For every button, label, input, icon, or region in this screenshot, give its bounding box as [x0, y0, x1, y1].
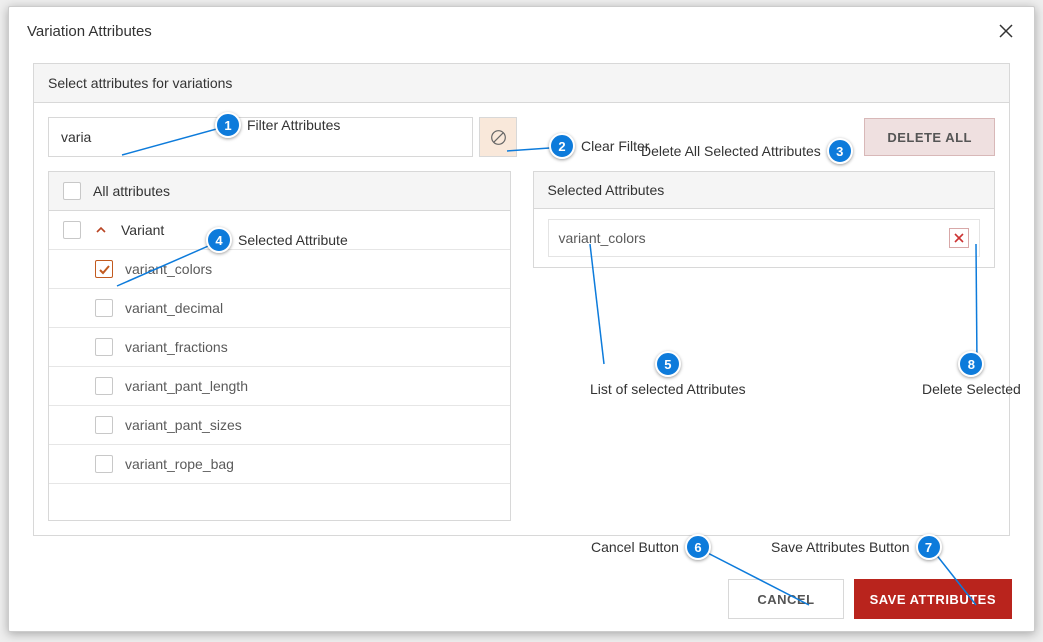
attribute-checkbox[interactable] — [95, 455, 113, 473]
selected-attributes-body: variant_colors — [534, 209, 995, 267]
selected-attributes-header: Selected Attributes — [534, 172, 995, 209]
attribute-checkbox[interactable] — [95, 416, 113, 434]
dialog-body: Select attributes for variations DELETE … — [9, 55, 1034, 536]
clear-icon — [490, 129, 507, 146]
attribute-checkbox[interactable] — [95, 260, 113, 278]
attribute-label: variant_colors — [125, 261, 212, 277]
attribute-checkbox[interactable] — [95, 338, 113, 356]
all-attributes-list: All attributes Variant v — [48, 171, 511, 521]
attribute-checkbox[interactable] — [95, 377, 113, 395]
dialog-footer: CANCEL SAVE ATTRIBUTES — [728, 579, 1012, 619]
attribute-group-row[interactable]: Variant — [49, 211, 510, 250]
attribute-item-row[interactable]: variant_decimal — [49, 289, 510, 328]
cancel-button[interactable]: CANCEL — [728, 579, 843, 619]
attribute-item-row[interactable]: variant_colors — [49, 250, 510, 289]
attributes-panel: Select attributes for variations DELETE … — [33, 63, 1010, 536]
variation-attributes-dialog: Variation Attributes Select attributes f… — [8, 6, 1035, 632]
attribute-item-row[interactable]: variant_pant_sizes — [49, 406, 510, 445]
group-checkbox[interactable] — [63, 221, 81, 239]
clear-filter-button[interactable] — [479, 117, 517, 157]
dialog-title: Variation Attributes — [27, 23, 152, 40]
delete-all-button[interactable]: DELETE ALL — [864, 118, 995, 156]
all-attributes-header: All attributes — [49, 172, 510, 211]
annotation-label-6: Cancel Button — [591, 539, 679, 555]
attribute-label: variant_fractions — [125, 339, 228, 355]
selected-attribute-label: variant_colors — [559, 230, 646, 246]
selected-attributes-panel: Selected Attributes variant_colors — [533, 171, 996, 268]
group-label: Variant — [121, 222, 164, 238]
attribute-label: variant_rope_bag — [125, 456, 234, 472]
attribute-label: variant_decimal — [125, 300, 223, 316]
attribute-label: variant_pant_sizes — [125, 417, 242, 433]
panel-header: Select attributes for variations — [34, 64, 1009, 103]
selected-attributes-column: Selected Attributes variant_colors — [533, 171, 996, 521]
selected-attribute-row: variant_colors — [548, 219, 981, 257]
close-icon[interactable] — [996, 21, 1016, 41]
x-icon — [954, 233, 964, 243]
delete-selected-button[interactable] — [949, 228, 969, 248]
columns: All attributes Variant v — [48, 171, 995, 521]
attribute-checkbox[interactable] — [95, 299, 113, 317]
annotation-badge-6: 6 — [685, 534, 711, 560]
attribute-item-row[interactable]: variant_fractions — [49, 328, 510, 367]
all-attributes-column: All attributes Variant v — [48, 171, 511, 521]
attribute-item-row[interactable]: variant_pant_length — [49, 367, 510, 406]
select-all-checkbox[interactable] — [63, 182, 81, 200]
filter-row: DELETE ALL — [48, 117, 995, 157]
attribute-label: variant_pant_length — [125, 378, 248, 394]
annotation-badge-7: 7 — [916, 534, 942, 560]
filter-input[interactable] — [48, 117, 473, 157]
save-button[interactable]: SAVE ATTRIBUTES — [854, 579, 1012, 619]
chevron-up-icon[interactable] — [93, 222, 109, 238]
all-attributes-header-label: All attributes — [93, 183, 170, 199]
panel-body: DELETE ALL All attributes — [34, 103, 1009, 535]
all-attributes-body[interactable]: Variant variant_colors variant_decimalvar… — [49, 211, 510, 520]
attribute-item-row[interactable]: variant_rope_bag — [49, 445, 510, 484]
annotation-label-7: Save Attributes Button — [771, 539, 910, 555]
dialog-header: Variation Attributes — [9, 7, 1034, 55]
